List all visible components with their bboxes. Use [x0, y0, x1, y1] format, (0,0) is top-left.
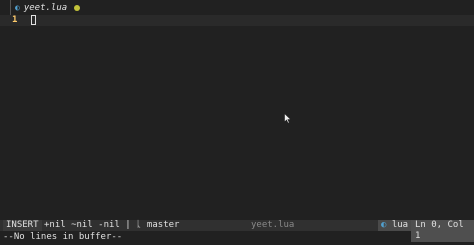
- git-diff-branch-info: +nil ~nil -nil | ᚳ master: [44, 220, 180, 230]
- tabline: ◐ yeet.lua: [0, 0, 474, 15]
- text-cursor: [31, 15, 36, 25]
- filetype-label: lua: [391, 220, 409, 230]
- buffer-tab[interactable]: ◐ yeet.lua: [10, 0, 84, 15]
- mode-indicator: INSERT: [3, 220, 42, 231]
- lua-icon: ◐: [381, 220, 387, 230]
- mouse-pointer-icon: [284, 113, 292, 124]
- line-number: 1: [12, 15, 18, 25]
- cursor-position: Ln 0, Col 1: [411, 220, 474, 242]
- modified-indicator-icon: [74, 4, 81, 11]
- current-line[interactable]: 1: [0, 15, 474, 26]
- statusline: INSERT +nil ~nil -nil | ᚳ master yeet.lu…: [0, 220, 474, 242]
- tab-filename: yeet.lua: [23, 2, 68, 13]
- command-line-message: --No lines in buffer--: [3, 232, 123, 242]
- filetype-indicator: ◐ lua: [378, 220, 412, 231]
- lua-file-icon: ◐: [15, 3, 20, 12]
- editor-area[interactable]: 1: [0, 15, 474, 219]
- statusline-filename: yeet.lua: [251, 220, 295, 230]
